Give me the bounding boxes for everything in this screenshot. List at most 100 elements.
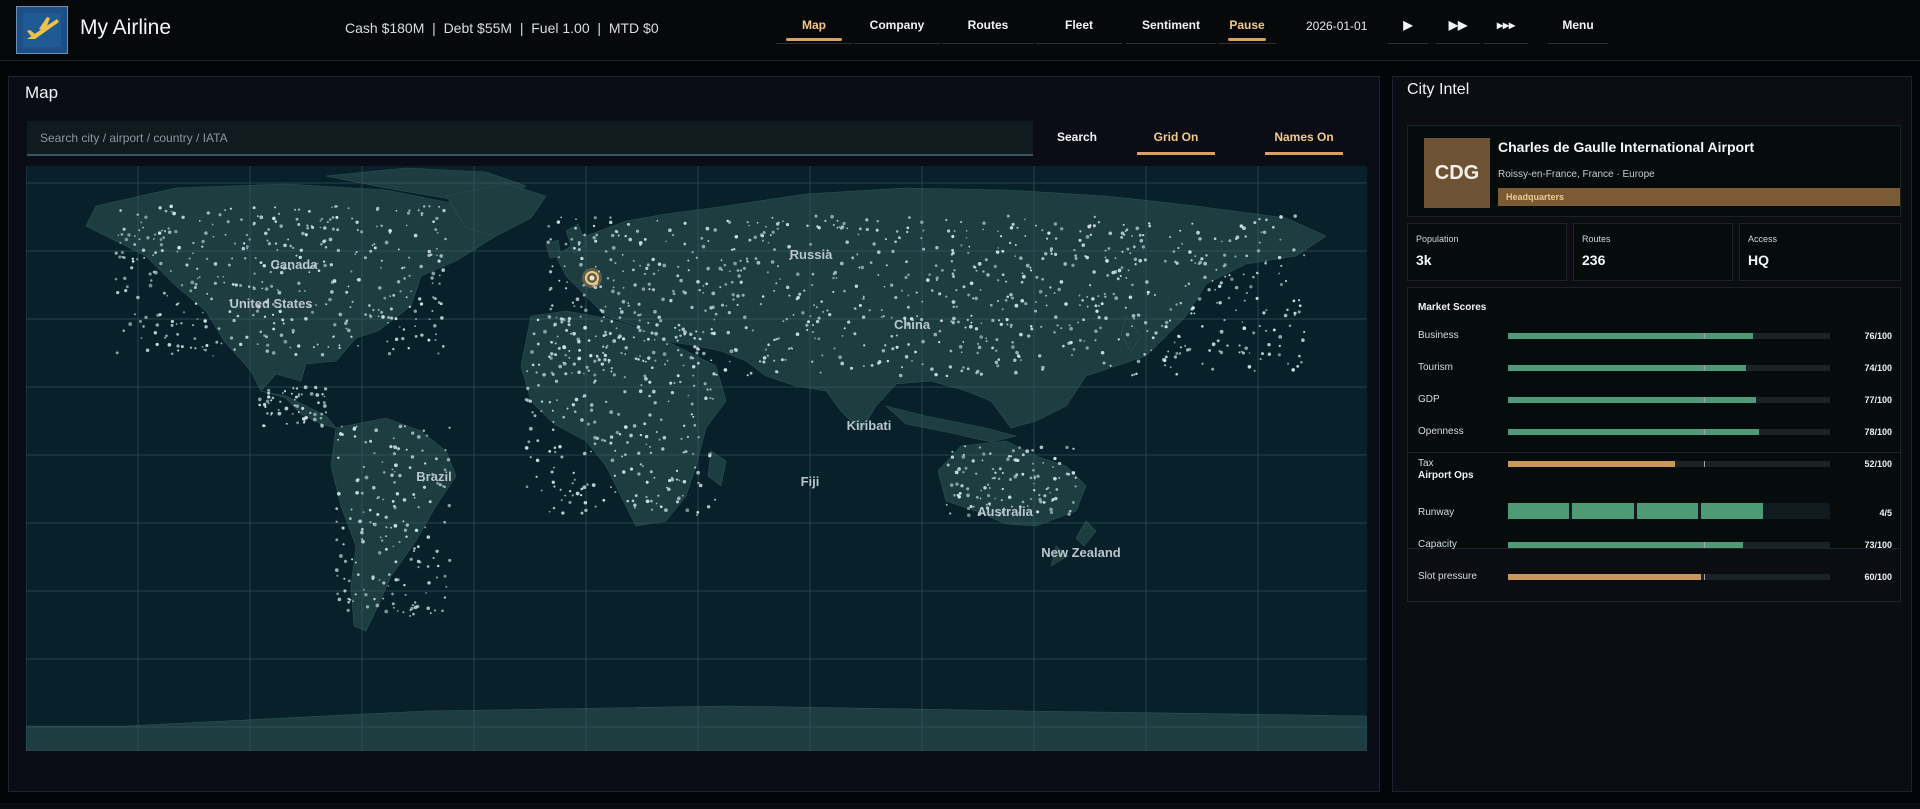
airport-dot: [706, 266, 710, 271]
airport-dot: [336, 592, 339, 596]
status-strip: [0, 803, 1920, 809]
airport-dot: [384, 515, 388, 519]
airport-dot: [323, 239, 327, 243]
airport-dot: [1188, 347, 1192, 351]
fastest-icon: ▸▸▸: [1496, 18, 1516, 32]
airport-dot: [694, 466, 697, 469]
airport-dot: [1015, 473, 1019, 477]
airport-dot: [144, 215, 148, 219]
finance-stats: Cash $180M | Debt $55M | Fuel 1.00 | MTD…: [345, 20, 659, 36]
tab-routes[interactable]: Routes: [942, 8, 1034, 44]
airport-dot: [377, 315, 380, 318]
airport-dot: [617, 336, 621, 340]
airport-dot: [1256, 249, 1261, 253]
airport-dot: [568, 350, 571, 352]
airport-dot: [1119, 275, 1122, 277]
airport-dot: [325, 303, 328, 306]
airport-dot: [408, 209, 411, 212]
airport-dot: [1138, 233, 1142, 237]
airport-dot: [877, 360, 882, 364]
airport-dot: [189, 346, 193, 349]
airport-dot: [142, 226, 144, 229]
airport-dot: [331, 227, 335, 231]
search-input[interactable]: [27, 121, 1033, 156]
search-button[interactable]: Search: [1045, 121, 1109, 155]
airport-dot: [945, 374, 949, 378]
world-map-canvas[interactable]: Canada United States Russia China Brazil…: [26, 166, 1367, 751]
airport-dot: [906, 305, 910, 309]
airport-dot: [962, 341, 965, 343]
airport-dot: [560, 455, 564, 459]
airport-dot: [815, 319, 820, 324]
airport-dot: [306, 226, 310, 230]
fastest-button[interactable]: ▸▸▸: [1484, 8, 1528, 44]
airport-dot: [696, 511, 700, 514]
airport-dot: [373, 243, 376, 245]
airport-dot: [1083, 340, 1086, 342]
fast-forward-icon: ▶▶: [1448, 18, 1468, 32]
airport-dot: [267, 388, 271, 392]
tab-company[interactable]: Company: [854, 8, 940, 44]
airport-dot: [196, 318, 199, 321]
airport-dot: [891, 347, 895, 351]
tab-fleet[interactable]: Fleet: [1036, 8, 1122, 44]
airport-dot: [872, 242, 876, 246]
airport-dot: [1131, 325, 1133, 328]
airport-dot: [419, 302, 424, 306]
tab-map[interactable]: Map: [776, 8, 852, 44]
runway-segment: [1701, 503, 1763, 519]
airport-dot: [780, 358, 784, 362]
pause-button[interactable]: Pause: [1218, 8, 1276, 44]
airport-dot: [908, 216, 911, 219]
airport-dot: [670, 476, 674, 480]
airport-dot: [432, 323, 437, 328]
airport-dot: [1153, 293, 1156, 297]
runway-bar: [1508, 503, 1830, 519]
airport-dot: [1260, 352, 1265, 356]
airport-dot: [979, 497, 982, 500]
airport-dot: [408, 274, 411, 277]
airport-dot: [323, 387, 328, 391]
airport-dot: [215, 340, 219, 344]
airport-dot: [398, 540, 401, 544]
airport-dot: [589, 403, 594, 407]
airport-dot: [715, 373, 718, 376]
airport-dot: [535, 458, 540, 463]
grid-toggle[interactable]: Grid On: [1137, 121, 1215, 155]
names-toggle[interactable]: Names On: [1265, 121, 1343, 155]
airport-dot: [1265, 260, 1267, 262]
airport-dot: [165, 334, 168, 338]
airport-dot: [1207, 288, 1211, 292]
selected-airport-marker-icon[interactable]: [582, 268, 602, 288]
airport-dot: [355, 220, 359, 224]
airport-dot: [369, 521, 372, 524]
airport-dot: [304, 290, 306, 292]
airport-dot: [645, 480, 649, 484]
airport-dot: [441, 609, 444, 613]
airport-dot: [784, 358, 787, 361]
airport-dot: [600, 319, 603, 323]
airport-dot: [1050, 252, 1053, 255]
airport-dot: [842, 221, 846, 226]
airport-dot: [398, 424, 403, 429]
menu-button[interactable]: Menu: [1548, 8, 1608, 44]
play-button[interactable]: ▶: [1388, 8, 1428, 44]
airport-dot: [583, 500, 588, 505]
airport-dot: [437, 301, 441, 304]
airport-dot: [392, 347, 395, 351]
airport-dot: [1085, 235, 1090, 239]
airport-dot: [364, 313, 367, 316]
airport-dot: [1091, 297, 1095, 301]
ops-bar: [1508, 542, 1830, 548]
airport-dot: [779, 278, 781, 280]
airport-dot: [248, 285, 251, 288]
airport-dot: [322, 260, 326, 263]
airport-dot: [697, 436, 700, 439]
airport-dot: [644, 377, 648, 381]
fast-forward-button[interactable]: ▶▶: [1436, 8, 1480, 44]
world-map[interactable]: Canada United States Russia China Brazil…: [26, 166, 1367, 751]
tab-sentiment[interactable]: Sentiment: [1126, 8, 1216, 44]
airport-dot: [997, 300, 999, 302]
airport-dot: [212, 354, 215, 357]
airport-dot: [1045, 487, 1048, 491]
